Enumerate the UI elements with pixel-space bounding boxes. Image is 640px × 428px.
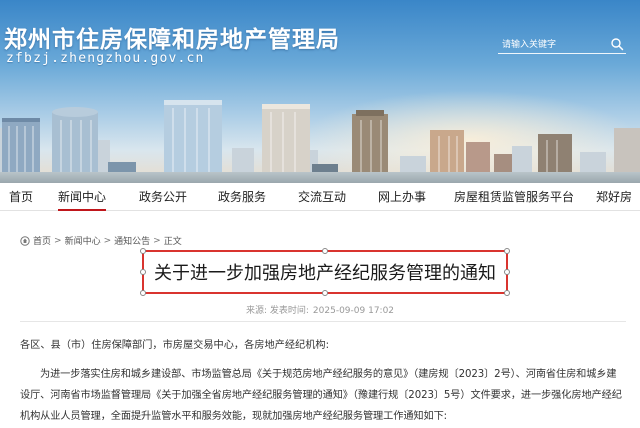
breadcrumb-home[interactable]: 首页: [33, 234, 51, 247]
nav-item-news-center[interactable]: 新闻中心: [58, 183, 107, 211]
breadcrumb-separator: >: [103, 235, 112, 246]
main-nav: 首页 新闻中心 政务公开 政务服务 交流互动 网上办事 房屋租赁监管服务平台 郑…: [0, 183, 640, 211]
breadcrumb-current: 正文: [163, 237, 182, 247]
nav-item-government-services[interactable]: 政务服务: [218, 183, 266, 211]
site-title[interactable]: 郑州市住房保障和房地产管理局: [4, 20, 340, 54]
nav-item-interaction[interactable]: 交流互动: [298, 183, 346, 211]
breadcrumb-notices[interactable]: 通知公告: [114, 234, 150, 247]
breadcrumb-news-center[interactable]: 新闻中心: [65, 234, 101, 247]
breadcrumb: 首页 > 新闻中心 > 通知公告 > 正文: [20, 234, 182, 247]
article-paragraph: 为进一步落实住房和城乡建设部、市场监管总局《关于规范房地产经纪服务的意见》（建房…: [20, 369, 622, 422]
nav-item-home[interactable]: 首页: [9, 183, 33, 211]
resize-handle-bottom-right[interactable]: [504, 290, 510, 296]
article-published-date: 2025-09-09 17:02: [312, 306, 395, 316]
resize-handle-left[interactable]: [140, 269, 146, 275]
article-paragraph: 各区、县（市）住房保障部门，市房屋交易中心，各房地产经纪机构:: [20, 340, 330, 351]
article-source-label: 来源:: [245, 306, 267, 316]
search-icon[interactable]: [610, 37, 624, 51]
nav-item-online-services[interactable]: 网上办事: [378, 183, 426, 211]
article-title-selection[interactable]: 关于进一步加强房地产经纪服务管理的通知: [140, 248, 510, 296]
nav-item-rental-platform[interactable]: 房屋租赁监管服务平台: [454, 183, 574, 211]
breadcrumb-separator: >: [54, 235, 62, 246]
site-domain: zfbzj.zhengzhou.gov.cn: [6, 51, 205, 66]
meta-divider: [20, 321, 626, 322]
city-skyline-image: [0, 100, 640, 183]
resize-handle-top-left[interactable]: [140, 248, 146, 254]
home-icon: [20, 235, 30, 246]
resize-handle-top-right[interactable]: [504, 248, 510, 254]
breadcrumb-separator: >: [153, 235, 161, 246]
resize-handle-right[interactable]: [504, 269, 510, 275]
header-banner: 郑州市住房保障和房地产管理局 zfbzj.zhengzhou.gov.cn: [0, 0, 640, 183]
resize-handle-bottom[interactable]: [322, 290, 328, 296]
search-input[interactable]: [502, 37, 602, 52]
nav-item-government-affairs[interactable]: 政务公开: [139, 183, 187, 211]
resize-handle-bottom-left[interactable]: [140, 290, 146, 296]
article-meta: 来源: 发表时间: 2025-09-09 17:02: [0, 303, 640, 316]
banner-ground: [0, 172, 640, 183]
article-title: 关于进一步加强房地产经纪服务管理的通知: [154, 263, 496, 284]
article-content: 首页 > 新闻中心 > 通知公告 > 正文 关于进一步加强房地产经纪服务管理的通…: [0, 211, 640, 428]
nav-item-zhenghaofang[interactable]: 郑好房: [596, 183, 632, 211]
article-published-label: 发表时间:: [269, 306, 309, 316]
search-box[interactable]: [498, 36, 626, 54]
resize-handle-top[interactable]: [322, 248, 328, 254]
